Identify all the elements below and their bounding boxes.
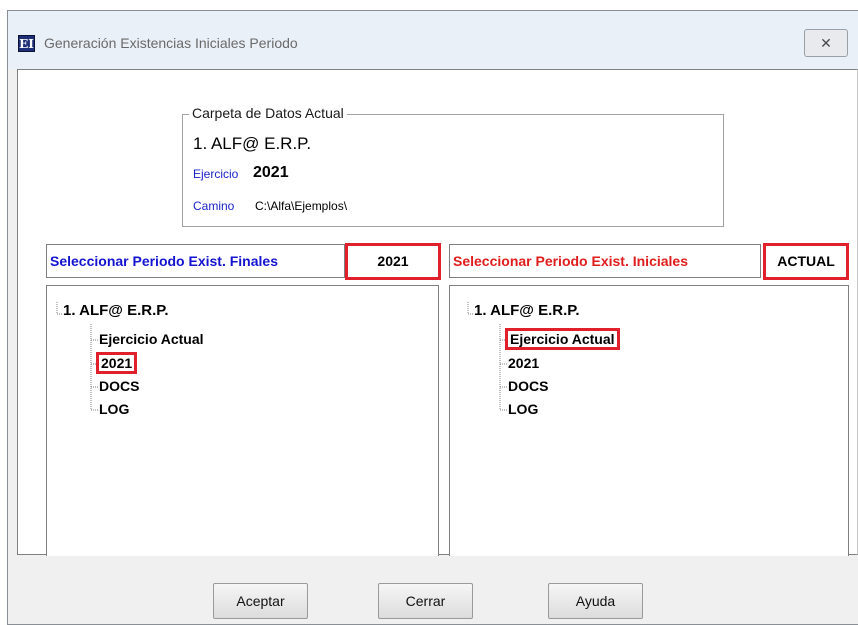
selected-item-highlight: 2021	[95, 352, 138, 374]
ejercicio-value: 2021	[253, 164, 289, 181]
tree-item-log[interactable]: LOG	[508, 401, 538, 417]
app-logo-icon: EI	[18, 35, 35, 52]
selected-item-highlight: Ejercicio Actual	[505, 328, 620, 350]
company-name: 1. ALF@ E.R.P.	[193, 134, 312, 153]
final-stock-period-panel: Seleccionar Periodo Exist. Finales 2021	[46, 243, 446, 556]
current-data-folder-group: Carpeta de Datos Actual 1. ALF@ E.R.P. E…	[182, 105, 724, 227]
dialog-window: EI Generación Existencias Iniciales Peri…	[7, 10, 858, 625]
tree-root-node[interactable]: 1. ALF@ E.R.P.	[63, 302, 168, 319]
tree-connector-lines	[467, 302, 508, 411]
tree-item-ejercicio-actual[interactable]: Ejercicio Actual	[99, 331, 204, 347]
close-window-button[interactable]: ✕	[804, 29, 848, 57]
initial-period-tree[interactable]: 1. ALF@ E.R.P. Ejercicio Actual 2021 DOC…	[449, 285, 849, 556]
panel-header: Seleccionar Periodo Exist. Iniciales ACT…	[449, 243, 858, 280]
group-legend: Carpeta de Datos Actual	[189, 105, 347, 121]
tree-item-docs[interactable]: DOCS	[508, 378, 548, 394]
initial-period-selected-tab[interactable]: ACTUAL	[763, 243, 849, 280]
panel-header: Seleccionar Periodo Exist. Finales 2021	[46, 243, 446, 280]
initial-period-label: Seleccionar Periodo Exist. Iniciales	[449, 244, 761, 278]
final-period-label: Seleccionar Periodo Exist. Finales	[46, 244, 345, 278]
tree-item-2021[interactable]: 2021	[508, 355, 539, 371]
final-period-tree[interactable]: 1. ALF@ E.R.P. Ejercicio Actual 2021 DOC…	[46, 285, 439, 556]
final-period-selected-tab[interactable]: 2021	[345, 243, 441, 280]
initial-stock-period-panel: Seleccionar Periodo Exist. Iniciales ACT…	[449, 243, 858, 556]
ejercicio-label: Ejercicio	[193, 167, 239, 181]
window-title: Generación Existencias Iniciales Periodo	[44, 35, 298, 51]
help-button[interactable]: Ayuda	[548, 583, 643, 619]
tree-item-log[interactable]: LOG	[99, 401, 129, 417]
tree-connector-lines	[56, 302, 99, 411]
tree-item-docs[interactable]: DOCS	[99, 378, 139, 394]
tree-item-ejercicio-actual[interactable]: Ejercicio Actual	[505, 328, 620, 350]
accept-button[interactable]: Aceptar	[213, 583, 308, 619]
title-bar[interactable]: EI Generación Existencias Iniciales Peri…	[8, 11, 858, 69]
close-button[interactable]: Cerrar	[378, 583, 473, 619]
tree-root-node[interactable]: 1. ALF@ E.R.P.	[474, 302, 579, 319]
dialog-content: Carpeta de Datos Actual 1. ALF@ E.R.P. E…	[17, 69, 858, 556]
camino-label: Camino	[193, 199, 235, 213]
camino-value: C:\Alfa\Ejemplos\	[255, 199, 348, 213]
tree-item-2021[interactable]: 2021	[95, 352, 138, 374]
